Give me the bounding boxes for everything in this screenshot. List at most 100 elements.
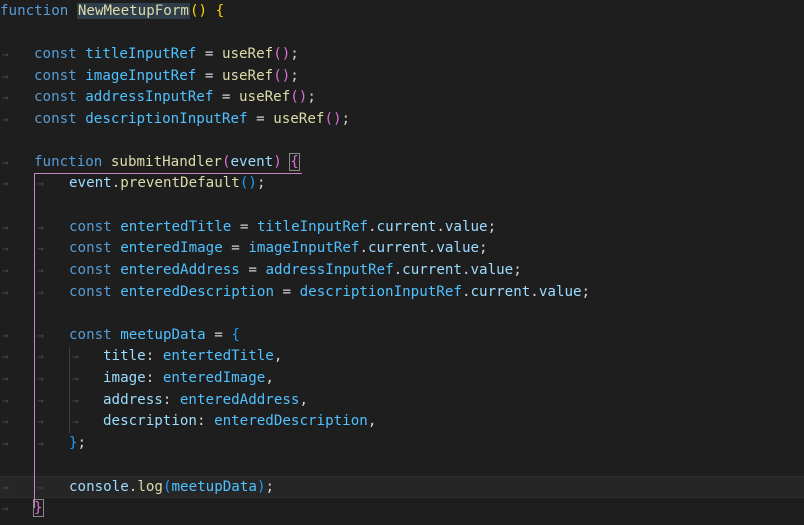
code-token: , bbox=[265, 370, 274, 386]
code-text: title: entertedTitle, bbox=[103, 346, 282, 368]
code-token: enteredDescription bbox=[214, 413, 368, 429]
code-token: , bbox=[299, 392, 309, 408]
code-line[interactable] bbox=[0, 303, 804, 325]
code-line[interactable]: → → const entertedTitle = titleInputRef.cu… bbox=[0, 217, 804, 239]
tab-arrow-icon: → bbox=[2, 329, 9, 342]
code-line[interactable]: → → event.preventDefault(); bbox=[0, 173, 804, 195]
code-line[interactable]: → const addressInputRef = useRef(); bbox=[0, 87, 804, 109]
tab-arrow-icon: → bbox=[2, 264, 9, 277]
code-token: = bbox=[274, 284, 300, 300]
code-token: . bbox=[367, 219, 377, 235]
code-editor[interactable]: function NewMeetupForm() {→ const titleIn… bbox=[0, 0, 804, 525]
code-token: enteredAddress bbox=[179, 392, 300, 408]
code-line[interactable]: → → → title: entertedTitle, bbox=[0, 346, 804, 368]
tab-arrow-icon: → bbox=[2, 177, 9, 190]
code-token: = bbox=[239, 262, 266, 278]
indent-guide bbox=[69, 347, 70, 433]
code-token: ; bbox=[307, 89, 316, 105]
code-line[interactable]: → → const enteredAddress = addressInputRef… bbox=[0, 260, 804, 282]
code-token: description bbox=[103, 413, 197, 429]
tab-arrow-icon: → bbox=[2, 372, 9, 385]
indent-guide-active bbox=[34, 173, 35, 508]
code-line[interactable] bbox=[0, 130, 804, 152]
code-line[interactable]: → const descriptionInputRef = useRef(); bbox=[0, 109, 804, 131]
tab-arrow-icon: → bbox=[2, 242, 9, 255]
code-line[interactable]: → const imageInputRef = useRef(); bbox=[0, 66, 804, 88]
code-line[interactable]: → function submitHandler(event) { bbox=[0, 152, 804, 174]
code-token: descriptionInputRef bbox=[299, 284, 462, 300]
tab-arrow-icon: → bbox=[2, 113, 9, 126]
code-token: const bbox=[69, 284, 112, 300]
code-text: const enteredAddress = addressInputRef.c… bbox=[69, 260, 522, 282]
code-line[interactable] bbox=[0, 23, 804, 45]
code-token: useRef bbox=[221, 68, 274, 84]
tab-arrow-icon: → bbox=[2, 286, 9, 299]
code-token: enteredImage bbox=[120, 240, 223, 256]
code-line[interactable] bbox=[0, 195, 804, 217]
code-token: titleInputRef bbox=[85, 46, 197, 62]
tab-arrow-icon: → bbox=[2, 437, 9, 450]
code-token: () bbox=[290, 89, 308, 105]
code-text: function NewMeetupForm() { bbox=[0, 1, 224, 23]
tab-arrow-icon: → bbox=[2, 481, 9, 494]
code-token: , bbox=[367, 413, 377, 429]
code-text: const meetupData = { bbox=[69, 325, 240, 347]
code-line[interactable]: →} bbox=[0, 498, 804, 520]
code-token: . bbox=[111, 175, 121, 191]
tab-arrow-icon: → bbox=[72, 394, 79, 407]
code-token: const bbox=[69, 219, 112, 235]
code-token: value bbox=[444, 219, 488, 235]
tab-arrow-icon: → bbox=[2, 350, 9, 363]
tab-arrow-icon: → bbox=[2, 394, 9, 407]
code-line[interactable] bbox=[0, 455, 804, 477]
code-token: function bbox=[34, 154, 103, 170]
code-line[interactable]: function NewMeetupForm() { bbox=[0, 1, 804, 23]
code-token: meetupData bbox=[120, 327, 206, 343]
code-token: current bbox=[376, 219, 437, 235]
code-token: ; bbox=[487, 219, 497, 235]
code-line[interactable]: → → → address: enteredAddress, bbox=[0, 390, 804, 412]
code-token: addressInputRef bbox=[265, 262, 394, 278]
tab-arrow-icon: → bbox=[2, 502, 9, 515]
code-token: ; bbox=[513, 262, 522, 278]
code-token: enteredAddress bbox=[120, 262, 240, 278]
code-token: () bbox=[189, 3, 208, 19]
tab-arrow-icon: → bbox=[72, 350, 79, 363]
code-line[interactable]: → → const meetupData = { bbox=[0, 325, 804, 347]
code-line[interactable]: → const titleInputRef = useRef(); bbox=[0, 44, 804, 66]
code-line[interactable]: → → const enteredImage = imageInputRef.cur… bbox=[0, 238, 804, 260]
code-token: ; bbox=[341, 111, 351, 127]
code-line[interactable]: → → console.log(meetupData); bbox=[0, 476, 804, 498]
code-line[interactable]: → → → description: enteredDescription, bbox=[0, 411, 804, 433]
code-token: ; bbox=[479, 240, 488, 256]
code-line[interactable]: → →}; bbox=[0, 433, 804, 455]
code-token: value bbox=[470, 262, 514, 278]
tab-arrow-icon: → bbox=[37, 177, 44, 190]
code-token: const bbox=[34, 68, 77, 84]
code-token: NewMeetupForm bbox=[76, 3, 190, 19]
code-token: const bbox=[34, 111, 77, 127]
code-token: image bbox=[103, 370, 146, 386]
tab-arrow-icon: → bbox=[2, 91, 9, 104]
code-text: const imageInputRef = useRef(); bbox=[34, 66, 299, 88]
code-token: current bbox=[402, 262, 462, 278]
code-token: const bbox=[34, 89, 77, 105]
code-token: current bbox=[470, 284, 531, 300]
code-token: title bbox=[103, 348, 146, 364]
code-line[interactable]: → → → image: enteredImage, bbox=[0, 368, 804, 390]
code-line[interactable]: → → const enteredDescription = description… bbox=[0, 282, 804, 304]
tab-arrow-icon: → bbox=[37, 415, 44, 428]
code-text: const titleInputRef = useRef(); bbox=[34, 44, 299, 66]
tab-arrow-icon: → bbox=[37, 481, 44, 494]
code-token: : bbox=[162, 392, 180, 408]
code-text: const entertedTitle = titleInputRef.curr… bbox=[69, 217, 496, 239]
code-token: = bbox=[222, 240, 249, 256]
